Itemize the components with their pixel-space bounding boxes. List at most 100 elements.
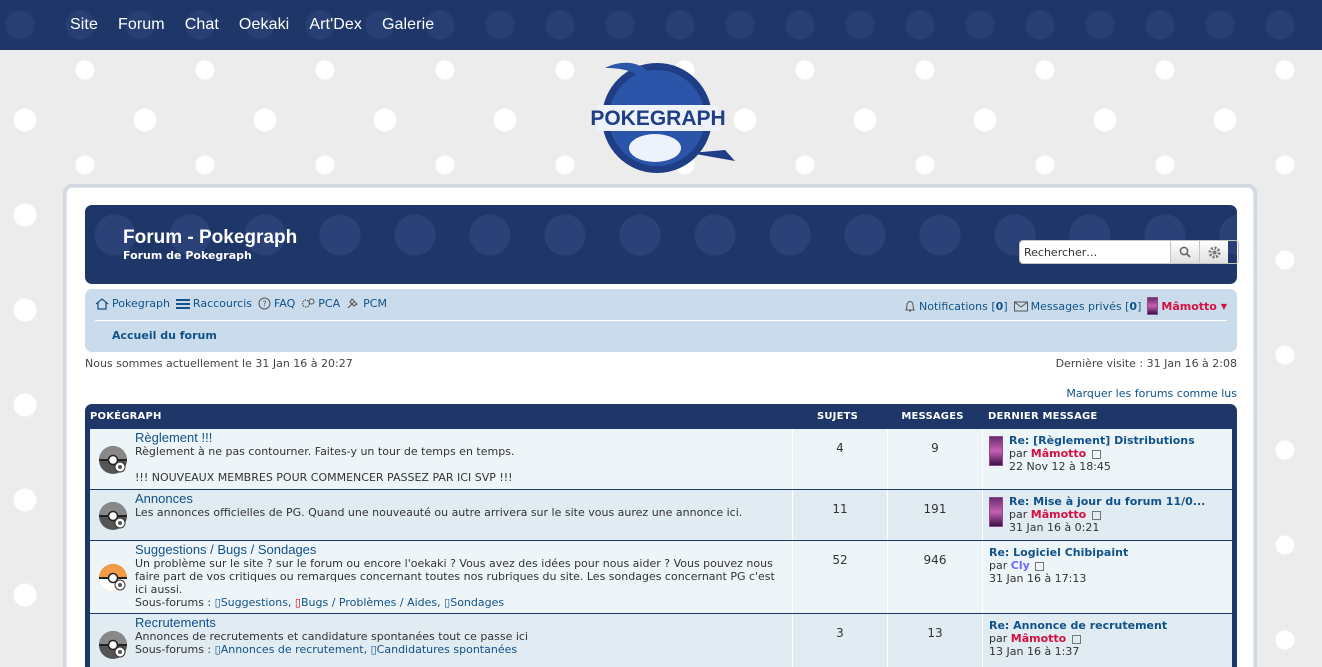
menu-icon [175, 298, 190, 309]
username: Mâmotto [1161, 299, 1217, 313]
envelope-icon [1013, 301, 1028, 311]
mark-forums-read-link[interactable]: Marquer les forums comme lus [1066, 387, 1237, 400]
nav-raccourcis[interactable]: Raccourcis [175, 297, 252, 310]
forum-read-icon [90, 429, 135, 489]
last-post-link[interactable]: Re: Logiciel Chibipaint [989, 546, 1128, 559]
last-post-user[interactable]: Mâmotto [1031, 447, 1086, 460]
goto-post-icon[interactable] [1091, 510, 1101, 520]
last-post-user[interactable]: Mâmotto [1031, 508, 1086, 521]
last-post-link[interactable]: Re: [Règlement] Distributions [1009, 434, 1195, 447]
topnav-oekaki[interactable]: Oekaki [239, 16, 289, 33]
posts-count: 9 [888, 429, 983, 489]
topics-count: 52 [793, 541, 888, 613]
site-logo[interactable]: POKEGRAPH [575, 58, 740, 178]
advanced-search-button[interactable] [1199, 241, 1228, 263]
posts-count: 191 [888, 490, 983, 540]
pokegraph-logo-icon: POKEGRAPH [590, 62, 735, 173]
topnav-artdex[interactable]: Art'Dex [309, 16, 362, 33]
forum-row: Recrutements Annonces de recrutements et… [90, 614, 1232, 667]
last-post-link[interactable]: Re: Annonce de recrutement [989, 619, 1167, 632]
search-input[interactable] [1020, 241, 1170, 263]
gear-icon [1208, 246, 1220, 258]
forum-description: Un problème sur le site ? sur le forum o… [135, 557, 775, 596]
topnav-forum[interactable]: Forum [118, 16, 165, 33]
col-topics: SUJETS [816, 411, 859, 422]
forum-description: Annonces de recrutements et candidature … [135, 630, 529, 643]
posts-count: 13 [888, 614, 983, 667]
tools-icon [347, 298, 359, 309]
topics-count: 3 [793, 614, 888, 667]
forum-row: Suggestions / Bugs / Sondages Un problèm… [90, 541, 1232, 614]
navbar-divider [95, 320, 1227, 321]
last-post-link[interactable]: Re: Mise à jour du forum 11/0... [1009, 495, 1205, 508]
last-post-user[interactable]: Cly [1011, 559, 1030, 572]
avatar [989, 497, 1003, 527]
subforums-label: Sous-forums : [135, 643, 212, 656]
forum-title-link[interactable]: Annonces [135, 492, 792, 506]
messages-count: 0 [1129, 299, 1138, 313]
nav-notifications[interactable]: Notifications [0] [904, 300, 1008, 313]
forum-row: Règlement !!! Règlement à ne pas contour… [90, 429, 1232, 490]
topics-count: 4 [793, 429, 888, 489]
nav-faq-label: FAQ [273, 297, 296, 310]
avatar [989, 436, 1003, 466]
goto-post-icon[interactable] [1091, 449, 1101, 459]
by-label: par [1009, 447, 1028, 460]
forum-title-link[interactable]: Suggestions / Bugs / Sondages [135, 543, 792, 557]
notifications-count: 0 [995, 299, 1004, 313]
subforum-link[interactable]: Sondages [450, 596, 504, 609]
subforum-link[interactable]: Bugs / Problèmes / Aides, [301, 596, 441, 609]
forum-header: Forum - Pokegraph Forum de Pokegraph [85, 205, 1239, 284]
notifications-label: Notifications [919, 299, 988, 313]
nav-pca-label: PCA [318, 297, 341, 310]
topnav-galerie[interactable]: Galerie [382, 16, 434, 33]
forum-title[interactable]: Forum - Pokegraph [123, 227, 297, 249]
forum-list-header: POKÉGRAPH SUJETS MESSAGES DERNIER MESSAG… [90, 404, 1232, 429]
breadcrumb[interactable]: Accueil du forum [112, 329, 217, 342]
forum-row: Annonces Les annonces officielles de PG.… [90, 490, 1232, 541]
col-posts: MESSAGES [901, 411, 964, 422]
last-post-date: 13 Jan 16 à 1:37 [989, 645, 1080, 658]
search-button[interactable] [1170, 241, 1199, 263]
user-menu[interactable]: Mâmotto ▼ [1147, 297, 1227, 315]
forum-read-icon [90, 614, 135, 667]
top-navigation: Site Forum Chat Oekaki Art'Dex Galerie [0, 0, 1322, 50]
navbar: Pokegraph Raccourcis ? FAQ PCA PCM Notif… [85, 289, 1237, 352]
category-title[interactable]: POKÉGRAPH [90, 411, 790, 422]
home-icon [95, 297, 109, 310]
nav-pcm[interactable]: PCM [346, 297, 387, 310]
forum-description: Les annonces officielles de PG. Quand un… [135, 506, 743, 519]
last-post-user[interactable]: Mâmotto [1011, 632, 1066, 645]
nav-faq[interactable]: ? FAQ [258, 297, 295, 310]
subforum-link[interactable]: Candidatures spontanées [377, 643, 517, 656]
last-post-date: 31 Jan 16 à 0:21 [1009, 521, 1100, 534]
svg-text:POKEGRAPH: POKEGRAPH [590, 107, 725, 130]
forum-title-link[interactable]: Recrutements [135, 616, 792, 630]
dropdown-arrow-icon: ▼ [1220, 301, 1227, 311]
topnav-chat[interactable]: Chat [185, 16, 219, 33]
forum-description: Forum de Pokegraph [123, 249, 252, 262]
subforums-label: Sous-forums : [135, 596, 212, 609]
forum-read-icon [90, 490, 135, 540]
forum-unread-icon [90, 541, 135, 613]
goto-post-icon[interactable] [1035, 561, 1045, 571]
nav-pokegraph-label: Pokegraph [112, 297, 170, 310]
forum-title-link[interactable]: Règlement !!! [135, 431, 792, 445]
col-last-post: DERNIER MESSAGE [988, 411, 1098, 422]
nav-raccourcis-label: Raccourcis [192, 297, 252, 310]
nav-messages[interactable]: Messages privés [0] [1013, 299, 1141, 313]
nav-pokegraph[interactable]: Pokegraph [95, 297, 170, 310]
topics-count: 11 [793, 490, 888, 540]
last-post-date: 22 Nov 12 à 18:45 [1009, 460, 1111, 473]
help-icon: ? [258, 297, 271, 310]
nav-pca[interactable]: PCA [301, 297, 340, 310]
settings-icon [302, 298, 315, 308]
bell-icon [905, 300, 915, 311]
forum-description-note: !!! NOUVEAUX MEMBRES POUR COMMENCER PASS… [135, 471, 513, 484]
goto-post-icon[interactable] [1071, 634, 1081, 644]
subforum-link[interactable]: Suggestions, [221, 596, 292, 609]
subforum-link[interactable]: Annonces de recrutement, [221, 643, 367, 656]
by-label: par [989, 559, 1008, 572]
topnav-site[interactable]: Site [70, 16, 98, 33]
by-label: par [989, 632, 1008, 645]
